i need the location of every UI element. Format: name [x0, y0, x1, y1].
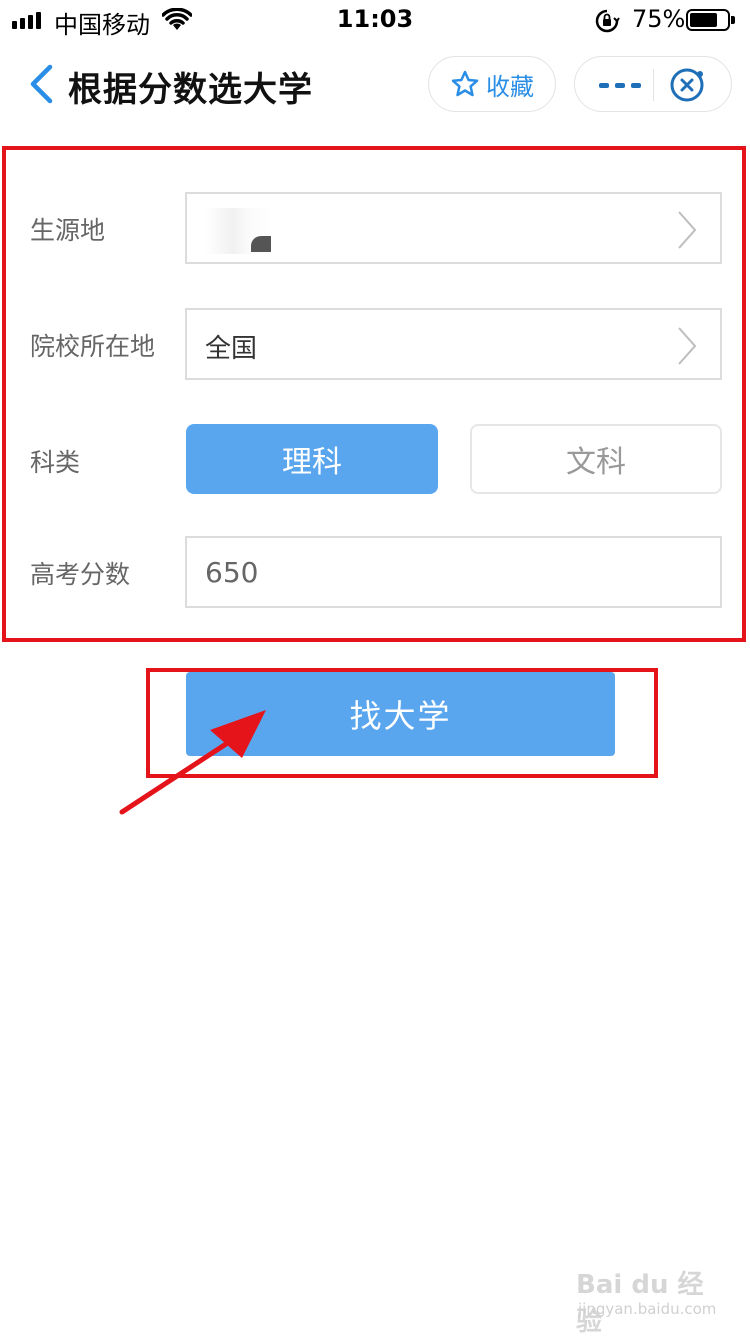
subject-option-liberal-arts[interactable]: 文科	[470, 424, 722, 494]
school-location-select[interactable]: 全国	[185, 308, 722, 380]
back-chevron-icon[interactable]	[28, 64, 54, 104]
watermark-sub: jingyan.baidu.com	[578, 1300, 717, 1318]
origin-label: 生源地	[30, 216, 106, 245]
capsule-divider	[653, 69, 654, 101]
chevron-right-icon	[678, 327, 697, 365]
page-title: 根据分数选大学	[68, 70, 313, 110]
battery-tip	[731, 16, 735, 24]
miniprogram-close-icon[interactable]	[667, 67, 707, 103]
subject-option-science[interactable]: 理科	[186, 424, 438, 494]
battery-icon	[686, 9, 730, 31]
favorite-button[interactable]: 收藏	[428, 56, 556, 112]
status-bar: 中国移动 11:03 75%	[0, 0, 750, 40]
school-location-label: 院校所在地	[30, 332, 156, 361]
score-label: 高考分数	[30, 560, 131, 589]
origin-value-redacted	[205, 208, 275, 254]
subject-label: 科类	[30, 448, 81, 477]
origin-select[interactable]	[185, 192, 722, 264]
score-input[interactable]	[185, 536, 722, 608]
baidu-jingyan-watermark: Bai du 经验 jingyan.baidu.com	[576, 1264, 726, 1337]
chevron-right-icon	[678, 211, 697, 249]
annotation-arrow-icon	[119, 710, 266, 815]
school-location-value: 全国	[205, 334, 258, 364]
more-dots-icon[interactable]	[595, 71, 645, 99]
battery-percent: 75%	[632, 5, 686, 33]
miniprogram-capsule	[574, 56, 732, 112]
favorite-label: 收藏	[486, 72, 534, 101]
star-icon	[451, 70, 479, 97]
rotation-lock-icon	[595, 9, 620, 33]
